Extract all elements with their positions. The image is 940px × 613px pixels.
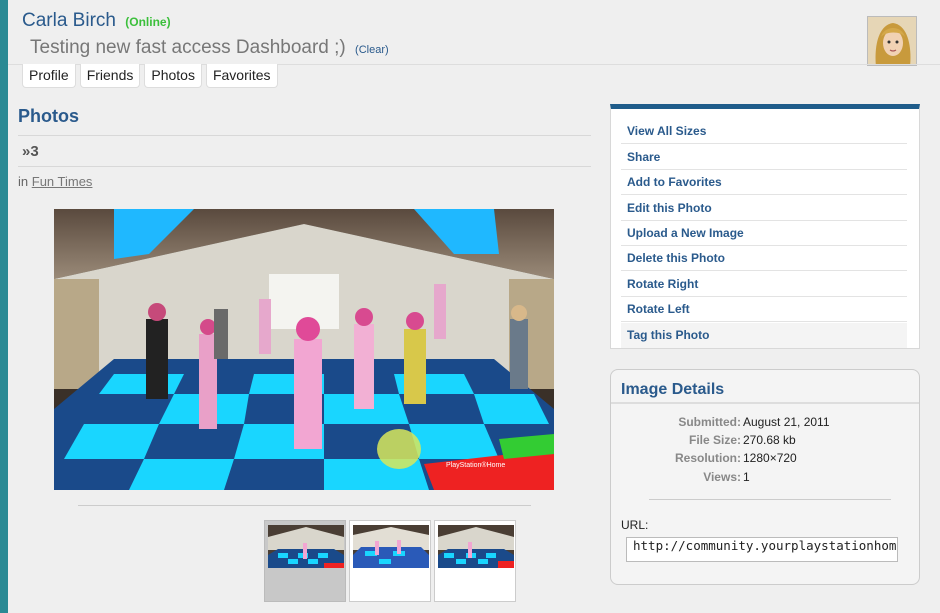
rotate-right-link[interactable]: Rotate Right bbox=[621, 272, 907, 297]
details-header-divider bbox=[611, 402, 919, 404]
add-to-favorites-link[interactable]: Add to Favorites bbox=[621, 170, 907, 195]
share-link[interactable]: Share bbox=[621, 145, 907, 170]
thumbnail-image bbox=[353, 525, 429, 568]
edit-photo-link[interactable]: Edit this Photo bbox=[621, 196, 907, 221]
status-message-text: Testing new fast access Dashboard ;) bbox=[30, 37, 346, 58]
status-message: Testing new fast access Dashboard ;) (Cl… bbox=[30, 37, 389, 59]
page: Carla Birch (Online) Testing new fast ac… bbox=[8, 0, 940, 613]
thumbnail-current[interactable] bbox=[264, 520, 346, 602]
detail-file-size: File Size: 270.68 kb bbox=[611, 433, 921, 449]
clear-status-link[interactable]: (Clear) bbox=[355, 44, 389, 56]
detail-label: Views: bbox=[703, 470, 741, 484]
tab-photos[interactable]: Photos bbox=[144, 64, 202, 88]
url-field[interactable]: http://community.yourplaystationhome. bbox=[626, 537, 898, 562]
thumbnail-3[interactable] bbox=[434, 520, 516, 602]
tab-profile[interactable]: Profile bbox=[22, 64, 76, 88]
detail-label: Submitted: bbox=[678, 415, 741, 429]
profile-tabs: Profile Friends Photos Favorites bbox=[22, 64, 278, 88]
image-details-panel: Image Details Submitted: August 21, 2011… bbox=[610, 369, 920, 585]
detail-value: 270.68 kb bbox=[743, 433, 796, 447]
main-photo[interactable]: PlayStation®Home bbox=[54, 209, 554, 490]
tag-photo-link[interactable]: Tag this Photo bbox=[621, 323, 907, 348]
thumbnail-image bbox=[268, 525, 344, 568]
thumbnail-divider bbox=[78, 505, 531, 506]
album-prefix: in bbox=[18, 174, 29, 189]
tab-favorites[interactable]: Favorites bbox=[205, 64, 278, 88]
url-label: URL: bbox=[621, 518, 649, 532]
user-name-link[interactable]: Carla Birch (Online) bbox=[22, 10, 171, 32]
photo-actions-panel: View All Sizes Share Add to Favorites Ed… bbox=[610, 104, 920, 349]
photo-title-divider bbox=[18, 166, 591, 167]
tab-friends[interactable]: Friends bbox=[79, 64, 141, 88]
avatar[interactable] bbox=[867, 16, 917, 66]
detail-resolution: Resolution: 1280×720 bbox=[611, 451, 921, 467]
photo-title: »3 bbox=[22, 143, 39, 160]
detail-value: August 21, 2011 bbox=[743, 415, 830, 429]
detail-value: 1 bbox=[743, 470, 750, 484]
photo-image: PlayStation®Home bbox=[54, 209, 554, 490]
thumbnail-image bbox=[438, 525, 514, 568]
user-name[interactable]: Carla Birch bbox=[22, 10, 116, 31]
title-divider bbox=[18, 135, 591, 136]
album-link[interactable]: Fun Times bbox=[32, 174, 93, 189]
view-all-sizes-link[interactable]: View All Sizes bbox=[621, 119, 907, 144]
online-status: (Online) bbox=[125, 15, 171, 29]
detail-label: Resolution: bbox=[675, 451, 741, 465]
detail-submitted: Submitted: August 21, 2011 bbox=[611, 415, 921, 431]
detail-views: Views: 1 bbox=[611, 470, 921, 486]
detail-value: 1280×720 bbox=[743, 451, 797, 465]
detail-label: File Size: bbox=[688, 433, 741, 447]
upload-new-image-link[interactable]: Upload a New Image bbox=[621, 221, 907, 246]
thumbnail-2[interactable] bbox=[349, 520, 431, 602]
image-details-title: Image Details bbox=[621, 381, 725, 398]
rotate-left-link[interactable]: Rotate Left bbox=[621, 297, 907, 322]
thumbnail-strip bbox=[264, 520, 516, 602]
delete-photo-link[interactable]: Delete this Photo bbox=[621, 246, 907, 271]
album-line: in Fun Times bbox=[18, 174, 92, 189]
details-divider bbox=[649, 499, 891, 500]
avatar-image bbox=[868, 17, 916, 65]
photo-watermark: PlayStation®Home bbox=[446, 461, 505, 469]
page-title: Photos bbox=[18, 106, 79, 126]
